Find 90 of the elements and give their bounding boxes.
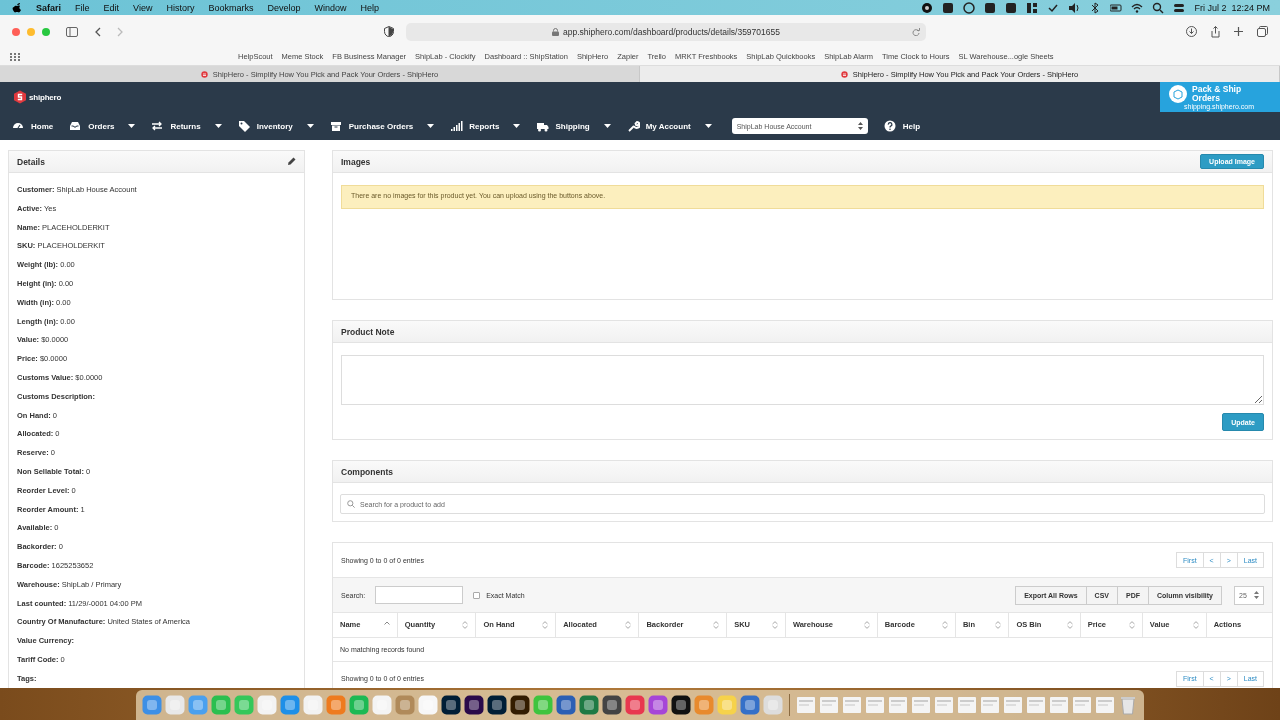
share-icon[interactable] [1211, 25, 1220, 38]
exact-match-checkbox[interactable] [473, 591, 481, 599]
app-icon[interactable] [464, 695, 484, 715]
search-icon [347, 500, 355, 508]
menu-item[interactable]: History [166, 2, 195, 13]
close-window-button[interactable] [12, 27, 20, 36]
window-thumbnail-icon[interactable] [1049, 695, 1069, 715]
control-center-icon[interactable] [1173, 1, 1186, 14]
apple-icon[interactable] [12, 2, 22, 13]
logo-icon [13, 90, 27, 104]
window-thumbnail-icon[interactable] [865, 695, 885, 715]
menu-item[interactable]: File [75, 2, 90, 13]
nav-menu-item[interactable]: Shipping [536, 120, 611, 132]
zoom-window-button[interactable] [42, 27, 50, 36]
panel-title: Product Note [341, 326, 395, 337]
panel-title: Details [17, 156, 45, 167]
app-menu[interactable]: Safari [36, 2, 61, 13]
favicon-icon [840, 70, 848, 78]
forward-icon[interactable] [117, 26, 124, 37]
nav-menu-item[interactable]: Inventory [237, 120, 314, 132]
battery-icon[interactable] [1110, 1, 1123, 14]
tag-icon [237, 120, 251, 132]
favicon-icon [200, 70, 208, 78]
nav-menu-item[interactable]: Home [12, 120, 54, 132]
promo-title: Pack & Ship Orders [1192, 85, 1243, 103]
window-thumbnail-icon[interactable] [980, 695, 1000, 715]
reload-icon[interactable] [912, 27, 920, 36]
wrench-icon [626, 120, 640, 132]
nav-menu-item[interactable]: Orders [69, 120, 136, 132]
window-thumbnail-icon[interactable] [1003, 695, 1023, 715]
grid-icon[interactable] [1026, 1, 1039, 14]
tabs-overview-icon[interactable] [1257, 26, 1268, 37]
nav-menu-item[interactable]: Purchase Orders [329, 120, 435, 132]
new-tab-icon[interactable] [1234, 27, 1243, 36]
window-thumbnail-icon[interactable] [957, 695, 977, 715]
app-icon[interactable] [441, 695, 461, 715]
truck-icon [536, 120, 550, 132]
updown-icon [857, 122, 863, 130]
grid-icon[interactable] [10, 52, 20, 61]
note-textarea[interactable] [341, 355, 1264, 405]
app-icon[interactable] [671, 695, 691, 715]
download-icon[interactable] [1186, 26, 1197, 37]
updown-icon [1254, 591, 1259, 599]
menu-item[interactable]: Develop [267, 2, 301, 13]
nav-menu-item[interactable]: Reports [450, 120, 521, 132]
sidebar-icon[interactable] [66, 26, 78, 37]
window-thumbnail-icon[interactable] [842, 695, 862, 715]
app-status-icon[interactable] [984, 1, 997, 14]
trash-icon[interactable] [1118, 695, 1138, 715]
window-thumbnail-icon[interactable] [819, 695, 839, 715]
window-thumbnail-icon[interactable] [1095, 695, 1115, 715]
panel-title: Components [341, 466, 393, 477]
volume-icon[interactable] [1068, 1, 1081, 14]
nav-menu-item[interactable]: My Account [626, 120, 712, 132]
menu-item[interactable]: View [133, 2, 153, 13]
window-thumbnail-icon[interactable] [1026, 695, 1046, 715]
swap-arrows-icon [151, 120, 165, 132]
menu-item[interactable]: Bookmarks [208, 2, 254, 13]
app-icon[interactable] [487, 695, 507, 715]
menu-item[interactable]: Edit [103, 2, 120, 13]
app-status-icon[interactable] [942, 1, 955, 14]
window-thumbnail-icon[interactable] [796, 695, 816, 715]
address-bar[interactable]: app.shiphero.com/dashboard/products/details/359701655 [406, 22, 926, 41]
minimize-window-button[interactable] [27, 27, 35, 36]
url-text: app.shiphero.com/dashboard/products/details/359701655 [563, 26, 780, 37]
lock-icon [552, 27, 560, 36]
window-thumbnail-icon[interactable] [934, 695, 954, 715]
signal-bars-icon [450, 120, 464, 132]
logo-wordmark: shiphero [29, 92, 62, 102]
menu-clock[interactable]: Fri Jul 2 12:24 PM [1194, 2, 1270, 13]
nav-menu-item[interactable]: Returns [151, 120, 222, 132]
search-icon[interactable] [1152, 1, 1165, 14]
window-thumbnail-icon[interactable] [911, 695, 931, 715]
table-search-field[interactable] [375, 586, 464, 604]
pencil-icon[interactable] [287, 157, 296, 166]
nav-menu-item[interactable]: Help [883, 120, 921, 132]
window-thumbnail-icon[interactable] [1072, 695, 1092, 715]
panel-title: Images [341, 156, 371, 167]
inbox-icon [69, 120, 83, 132]
menu-item[interactable]: Window [314, 2, 347, 13]
back-icon[interactable] [94, 26, 101, 37]
shield-icon[interactable] [384, 26, 394, 37]
window-thumbnail-icon[interactable] [888, 695, 908, 715]
help-icon [883, 120, 897, 132]
menu-item[interactable]: Help [360, 2, 379, 13]
app-icon[interactable] [510, 695, 530, 715]
wifi-icon[interactable] [1131, 1, 1144, 14]
app-icon[interactable] [602, 695, 622, 715]
record-icon[interactable] [921, 1, 934, 14]
app-status-icon[interactable] [1005, 1, 1018, 14]
